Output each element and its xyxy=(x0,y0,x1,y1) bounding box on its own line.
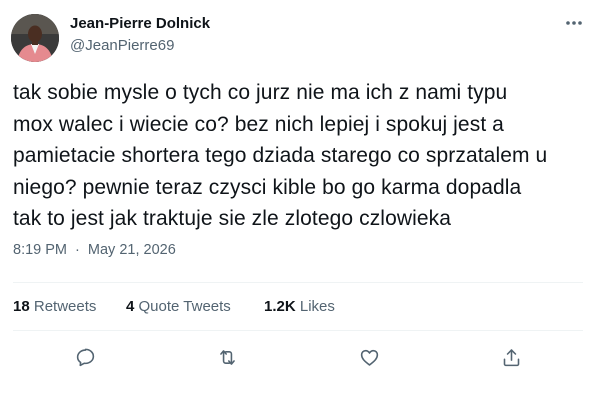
quote-tweets-stat[interactable]: 4 Quote Tweets xyxy=(126,298,231,315)
quote-tweets-label: Quote Tweets xyxy=(138,298,231,315)
more-icon xyxy=(566,21,582,25)
avatar-image xyxy=(11,14,59,62)
retweet-button[interactable] xyxy=(213,344,241,370)
tweet-card: Jean-Pierre Dolnick @JeanPierre69 tak so… xyxy=(0,0,596,394)
tweet-text: tak sobie mysle o tych co jurz nie ma ic… xyxy=(13,81,548,230)
share-icon xyxy=(503,348,519,366)
like-button[interactable] xyxy=(355,344,383,370)
more-button[interactable] xyxy=(560,12,588,34)
avatar[interactable] xyxy=(11,14,59,62)
retweet-icon xyxy=(219,349,235,365)
quote-tweets-count: 4 xyxy=(126,298,135,315)
divider-bottom xyxy=(13,330,583,331)
retweets-stat[interactable]: 18 Retweets xyxy=(13,298,96,315)
divider-top xyxy=(13,282,583,283)
share-button[interactable] xyxy=(497,344,525,370)
reply-icon xyxy=(76,348,94,366)
tweet-time: 8:19 PM xyxy=(13,242,67,258)
tweet-date: May 21, 2026 xyxy=(87,242,176,258)
likes-label: Likes xyxy=(299,298,335,315)
author-display-name[interactable]: Jean-Pierre Dolnick xyxy=(70,15,210,32)
heart-icon xyxy=(360,349,378,366)
timestamp-separator: · xyxy=(75,242,80,258)
likes-stat[interactable]: 1.2K Likes xyxy=(264,298,335,315)
author-handle[interactable]: @JeanPierre69 xyxy=(70,37,174,54)
tweet-timestamp[interactable]: 8:19 PM · May 21, 2026 xyxy=(13,242,176,258)
retweets-count: 18 xyxy=(13,298,30,315)
retweets-label: Retweets xyxy=(33,298,97,315)
likes-count: 1.2K xyxy=(264,298,296,315)
reply-button[interactable] xyxy=(71,344,99,370)
